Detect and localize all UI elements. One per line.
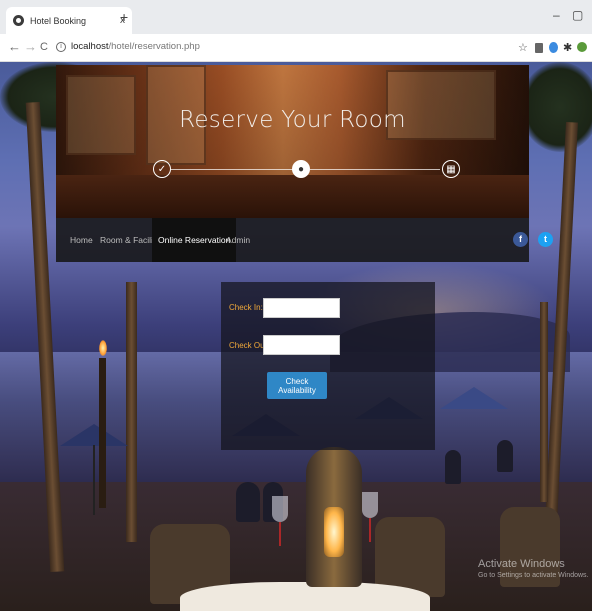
dining-table: [180, 582, 430, 611]
url-path: /hotel/reservation.php: [108, 41, 200, 52]
lantern: [306, 447, 362, 587]
favicon-icon: [13, 15, 24, 26]
beach-umbrella: [60, 424, 128, 446]
minimize-button[interactable]: –: [553, 8, 560, 22]
bookmark-star-icon[interactable]: ☆: [518, 41, 528, 54]
check-out-input[interactable]: [263, 335, 340, 355]
check-in-input[interactable]: [263, 298, 340, 318]
browser-tab-bar: Hotel Booking x + – ▢: [0, 0, 592, 34]
restore-button[interactable]: ▢: [572, 8, 583, 22]
check-in-label: Check In:: [229, 303, 263, 312]
progress-line: [170, 169, 300, 170]
lounger: [497, 440, 513, 472]
windows-watermark: Activate Windows Go to Settings to activ…: [478, 558, 589, 579]
tiki-torch: [99, 358, 106, 508]
umbrella-pole: [93, 445, 95, 515]
check-availability-button[interactable]: Check Availability: [267, 372, 327, 399]
url-host: localhost: [71, 41, 109, 52]
profile-icon[interactable]: [577, 42, 587, 52]
reload-button[interactable]: C: [40, 40, 48, 54]
forward-button[interactable]: →: [24, 40, 37, 54]
extension-icon[interactable]: [549, 42, 558, 53]
watermark-subtitle: Go to Settings to activate Windows.: [478, 572, 589, 579]
extension-icon[interactable]: [535, 43, 543, 53]
nav-admin[interactable]: Admin: [220, 218, 256, 262]
palm-trunk: [540, 302, 548, 502]
header-banner: Reserve Your Room ✓ ● ▦: [56, 65, 529, 218]
palm-leaves: [520, 62, 592, 152]
address-bar: ← → C i localhost/hotel/reservation.php …: [0, 34, 592, 62]
back-button[interactable]: ←: [8, 40, 21, 54]
torch-flame: [99, 340, 107, 356]
beach-umbrella: [440, 387, 508, 409]
watermark-title: Activate Windows: [478, 558, 565, 570]
palm-trunk: [126, 282, 137, 542]
wine-glass-stem: [279, 522, 281, 546]
browser-tab[interactable]: Hotel Booking x: [6, 7, 132, 34]
facebook-icon[interactable]: f: [513, 232, 528, 247]
puzzle-icon[interactable]: ✱: [563, 41, 572, 54]
reservation-form: Check In: Check Out: Check Availability: [221, 282, 435, 450]
user-icon[interactable]: ●: [292, 160, 310, 178]
url-field[interactable]: i localhost/hotel/reservation.php: [56, 41, 200, 52]
tab-title: Hotel Booking: [30, 15, 87, 26]
check-icon[interactable]: ✓: [153, 160, 171, 178]
wine-glass: [272, 496, 288, 522]
page-title: Reserve Your Room: [179, 107, 406, 133]
main-navbar: Home Room & Facilities Online Reservatio…: [56, 218, 529, 262]
banner-floor: [56, 175, 529, 218]
wine-glass: [362, 492, 378, 518]
progress-line: [310, 169, 440, 170]
lounger: [445, 450, 461, 484]
page-background: Reserve Your Room ✓ ● ▦ Home Room & Faci…: [0, 62, 592, 611]
twitter-icon[interactable]: t: [538, 232, 553, 247]
lounger: [236, 482, 260, 522]
new-tab-button[interactable]: +: [120, 9, 128, 25]
calendar-icon[interactable]: ▦: [442, 160, 460, 178]
info-icon[interactable]: i: [56, 41, 66, 52]
wine-glass-stem: [369, 518, 371, 542]
